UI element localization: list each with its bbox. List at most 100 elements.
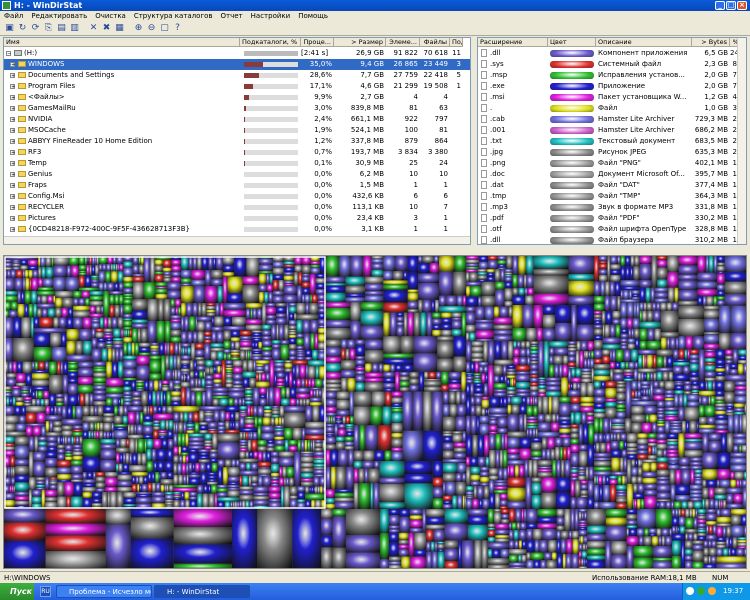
treemap-file-block[interactable]: [276, 386, 285, 388]
treemap-file-block[interactable]: [611, 418, 625, 424]
treemap-file-block[interactable]: [442, 433, 453, 437]
treemap-file-block[interactable]: [667, 256, 679, 273]
treemap-file-block[interactable]: [541, 437, 548, 450]
treemap-file-block[interactable]: [68, 378, 78, 384]
treemap-file-block[interactable]: [716, 548, 723, 557]
treemap-file-block[interactable]: [515, 382, 531, 390]
treemap-file-block[interactable]: [292, 378, 297, 388]
treemap-file-block[interactable]: [336, 466, 346, 490]
treemap-file-block[interactable]: [475, 405, 482, 416]
treemap-file-block[interactable]: [552, 396, 560, 415]
treemap-file-block[interactable]: [305, 421, 326, 429]
treemap-file-block[interactable]: [228, 391, 245, 399]
treemap-file-block[interactable]: [627, 302, 634, 319]
treemap-file-block[interactable]: [533, 528, 543, 541]
treemap-file-block[interactable]: [466, 466, 471, 487]
treemap-file-block[interactable]: [594, 303, 605, 312]
treemap-file-block[interactable]: [310, 320, 319, 334]
treemap-file-block[interactable]: [209, 367, 213, 376]
treemap-file-block[interactable]: [246, 256, 259, 277]
treemap-file-block[interactable]: [262, 330, 272, 337]
treemap-file-block[interactable]: [704, 377, 716, 382]
treemap-file-block[interactable]: [442, 459, 466, 464]
treemap-file-block[interactable]: [495, 493, 501, 509]
treemap-file-block[interactable]: [620, 342, 628, 346]
treemap-file-block[interactable]: [271, 408, 280, 411]
treemap-file-block[interactable]: [488, 408, 490, 416]
treemap-file-block[interactable]: [207, 479, 218, 482]
treemap-file-block[interactable]: [657, 267, 668, 280]
treemap-file-block[interactable]: [57, 361, 61, 376]
treemap-file-block[interactable]: [203, 484, 209, 494]
treemap-file-block[interactable]: [123, 299, 133, 305]
treemap-file-block[interactable]: [99, 317, 104, 329]
treemap-file-block[interactable]: [212, 398, 220, 406]
treemap-file-block[interactable]: [91, 282, 99, 288]
treemap-file-block[interactable]: [478, 498, 483, 509]
treemap-file-block[interactable]: [581, 512, 584, 521]
treemap-file-block[interactable]: [521, 509, 524, 523]
treemap-file-block[interactable]: [633, 499, 635, 509]
treemap-file-block[interactable]: [426, 517, 445, 525]
treemap-file-block[interactable]: [50, 406, 55, 416]
treemap-file-block[interactable]: [123, 395, 133, 398]
treemap-file-block[interactable]: [509, 562, 527, 567]
treemap-file-block[interactable]: [239, 432, 244, 440]
treemap-file-block[interactable]: [100, 444, 117, 450]
treemap-file-block[interactable]: [650, 372, 654, 382]
treemap-file-block[interactable]: [514, 465, 519, 478]
treemap-file-block[interactable]: [715, 424, 728, 431]
treemap-file-block[interactable]: [585, 558, 588, 567]
treemap-file-block[interactable]: [213, 373, 222, 380]
treemap-file-block[interactable]: [262, 347, 273, 351]
treemap-file-block[interactable]: [292, 509, 322, 569]
treemap-file-block[interactable]: [732, 537, 738, 549]
treemap-file-block[interactable]: [171, 271, 181, 277]
treemap-file-block[interactable]: [442, 436, 453, 443]
treemap-file-block[interactable]: [507, 396, 512, 405]
treemap-file-block[interactable]: [335, 416, 343, 419]
treemap-file-block[interactable]: [91, 322, 100, 329]
treemap-file-block[interactable]: [93, 383, 107, 386]
treemap-file-block[interactable]: [326, 320, 351, 328]
treemap-file-block[interactable]: [474, 361, 480, 374]
treemap-file-block[interactable]: [239, 413, 248, 415]
treemap-file-block[interactable]: [578, 525, 588, 528]
treemap-file-block[interactable]: [616, 485, 627, 491]
treemap-file-block[interactable]: [710, 396, 716, 406]
treemap-file-block[interactable]: [289, 477, 294, 487]
treemap-file-block[interactable]: [188, 437, 205, 442]
treemap-file-block[interactable]: [288, 445, 298, 452]
treemap-file-block[interactable]: [320, 486, 323, 494]
treemap-file-block[interactable]: [594, 364, 610, 370]
treemap-file-block[interactable]: [475, 396, 482, 406]
treemap-file-block[interactable]: [132, 299, 148, 311]
treemap-file-block[interactable]: [526, 552, 531, 561]
treemap-file-block[interactable]: [289, 372, 293, 388]
treemap-file-block[interactable]: [520, 522, 527, 531]
treemap-file-block[interactable]: [634, 362, 638, 370]
treemap-file-block[interactable]: [217, 366, 221, 374]
treemap-file-block[interactable]: [513, 348, 520, 358]
treemap-file-block[interactable]: [673, 374, 690, 382]
treemap-file-block[interactable]: [89, 306, 96, 314]
treemap-file-block[interactable]: [27, 259, 39, 267]
treemap-file-block[interactable]: [232, 509, 258, 569]
treemap-file-block[interactable]: [605, 388, 617, 399]
treemap-file-block[interactable]: [695, 509, 698, 518]
treemap-file-block[interactable]: [473, 486, 478, 499]
treemap-file-block[interactable]: [743, 471, 747, 480]
treemap-file-block[interactable]: [47, 436, 58, 443]
treemap-file-block[interactable]: [520, 341, 526, 349]
treemap-file-block[interactable]: [543, 341, 550, 378]
treemap-file-block[interactable]: [149, 406, 154, 416]
treemap-file-block[interactable]: [570, 433, 579, 439]
treemap-file-block[interactable]: [587, 341, 595, 352]
treemap-file-block[interactable]: [431, 391, 443, 431]
treemap-file-block[interactable]: [45, 467, 58, 478]
treemap-file-block[interactable]: [301, 456, 314, 463]
treemap-file-block[interactable]: [223, 349, 231, 354]
treemap-file-block[interactable]: [391, 408, 403, 413]
treemap-file-block[interactable]: [636, 302, 640, 319]
treemap-file-block[interactable]: [570, 427, 579, 434]
